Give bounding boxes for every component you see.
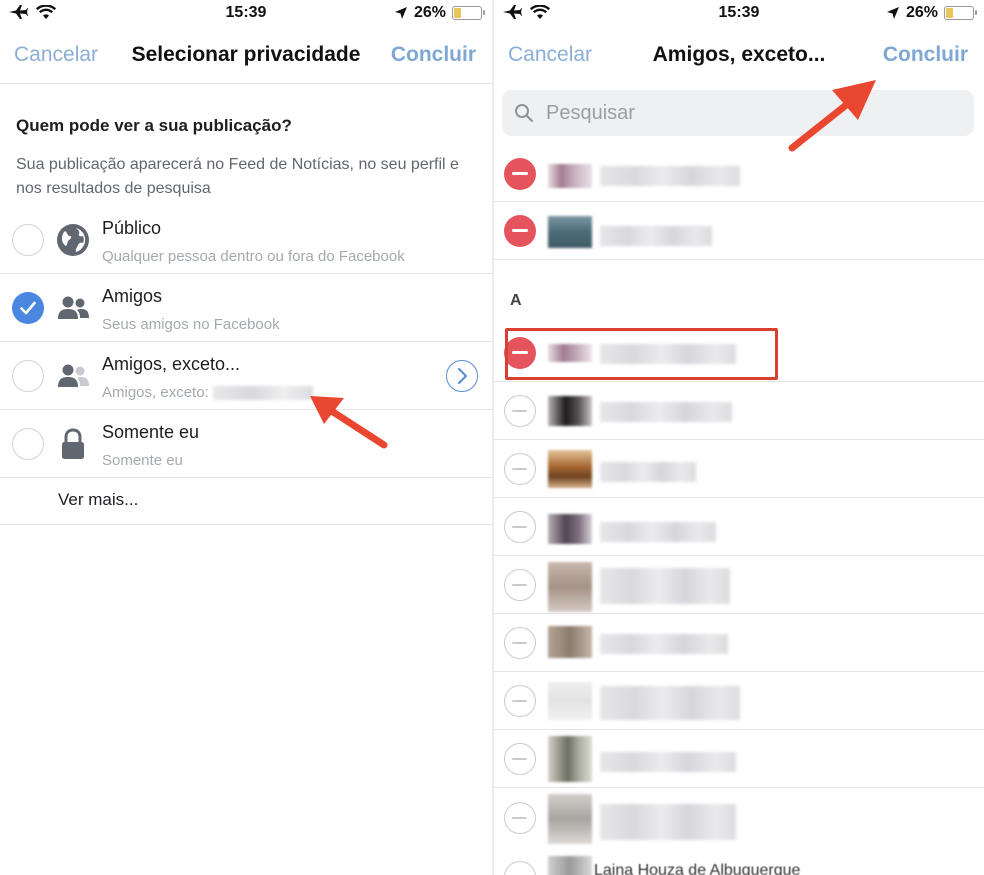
privacy-option-friends-except[interactable]: Amigos, exceto... Amigos, exceto: [0,342,492,410]
radio-button[interactable] [12,428,44,460]
remove-button-inactive[interactable] [504,743,536,775]
remove-button-inactive[interactable] [504,802,536,834]
blurred-friend-name [600,402,732,422]
status-bar: 15:39 26% [494,0,984,28]
done-button[interactable]: Concluir [883,43,968,67]
avatar [548,626,592,658]
option-subtitle: Seus amigos no Facebook [102,316,280,333]
privacy-option-friends[interactable]: Amigos Seus amigos no Facebook [0,274,492,342]
friends-icon [58,296,89,319]
blurred-friend-name [600,462,696,482]
option-title: Amigos [102,286,163,306]
section-heading: Quem pode ver a sua publicação? [16,116,292,135]
friends-except-icon [58,364,89,387]
remove-button-inactive[interactable] [504,569,536,601]
remove-button-active[interactable] [504,215,536,247]
friend-row[interactable] [494,382,984,440]
friend-row-excluded[interactable] [494,146,984,202]
battery-icon [452,6,485,20]
remove-button-inactive[interactable] [504,685,536,717]
annotation-arrow-icon [788,80,876,152]
blurred-friend-name [600,522,716,542]
location-arrow-icon [886,7,899,19]
annotation-arrow-icon [310,396,388,449]
see-more-link[interactable]: Ver mais... [58,490,138,510]
battery-icon [944,6,977,20]
divider [0,524,492,525]
status-bar: 15:39 26% [0,0,492,28]
avatar [548,794,592,844]
blurred-friend-name [600,752,736,772]
remove-button-inactive[interactable] [504,511,536,543]
privacy-selection-screen: 15:39 26% Cancelar Selecionar privacidad… [0,0,492,875]
friend-row[interactable] [494,788,984,850]
globe-icon [57,224,89,256]
blurred-friend-name [600,686,740,720]
avatar [548,216,592,248]
avatar [548,562,592,612]
remove-button-inactive[interactable] [504,627,536,659]
lock-icon [62,428,84,459]
option-title: Público [102,218,162,238]
friend-row-excluded[interactable] [494,202,984,260]
blurred-friend-name [600,634,728,654]
friend-row[interactable] [494,614,984,672]
option-title: Amigos, exceto... [102,354,241,374]
blurred-friend-name [600,166,740,186]
battery-percent: 26% [413,4,446,21]
avatar [548,164,592,188]
section-index-letter: A [510,292,522,309]
chevron-button[interactable] [446,360,478,392]
option-subtitle: Qualquer pessoa dentro ou fora do Facebo… [102,248,405,265]
avatar [548,856,592,875]
option-subtitle: Amigos, exceto: [102,384,313,401]
friend-row[interactable] [494,672,984,730]
location-arrow-icon [394,7,407,19]
battery-fill [454,8,462,18]
avatar [548,682,592,720]
friend-row[interactable] [494,556,984,614]
option-subtitle-text: Amigos, exceto: [102,384,209,401]
option-title: Somente eu [102,422,200,442]
radio-button-selected[interactable] [12,292,44,324]
remove-button-inactive[interactable] [504,395,536,427]
search-icon [515,104,534,123]
radio-button[interactable] [12,360,44,392]
friend-row[interactable] [494,498,984,556]
search-input[interactable] [546,98,946,128]
blurred-friend-name [600,226,712,246]
remove-button-inactive[interactable] [504,453,536,485]
chevron-right-icon [457,367,468,385]
done-button[interactable]: Concluir [391,43,476,67]
navigation-bar: Cancelar Selecionar privacidade Concluir [0,28,492,84]
blurred-friend-name [212,386,313,401]
navigation-bar: Cancelar Amigos, exceto... Concluir [494,28,984,84]
highlight-annotation-box [505,328,778,380]
avatar [548,396,592,426]
blurred-friend-name [600,804,736,840]
battery-fill [946,8,954,18]
remove-button-inactive[interactable] [504,861,536,875]
remove-button-active[interactable] [504,158,536,190]
friend-name-partial: Laina Houza de Albuquerque [594,862,801,875]
friend-row[interactable] [494,730,984,788]
privacy-option-only-me[interactable]: Somente eu Somente eu [0,410,492,478]
section-description: Sua publicação aparecerá no Feed de Notí… [16,156,459,197]
avatar [548,450,592,488]
privacy-option-public[interactable]: Público Qualquer pessoa dentro ou fora d… [0,206,492,274]
search-bar[interactable] [502,90,974,136]
radio-button[interactable] [12,224,44,256]
friend-row[interactable] [494,440,984,498]
friends-except-screen: 15:39 26% Cancelar Amigos, exceto... Con… [494,0,984,875]
checkmark-icon [20,301,36,315]
blurred-friend-name [600,568,730,604]
avatar [548,736,592,782]
battery-percent: 26% [905,4,938,21]
option-subtitle: Somente eu [102,452,183,469]
avatar [548,514,592,544]
